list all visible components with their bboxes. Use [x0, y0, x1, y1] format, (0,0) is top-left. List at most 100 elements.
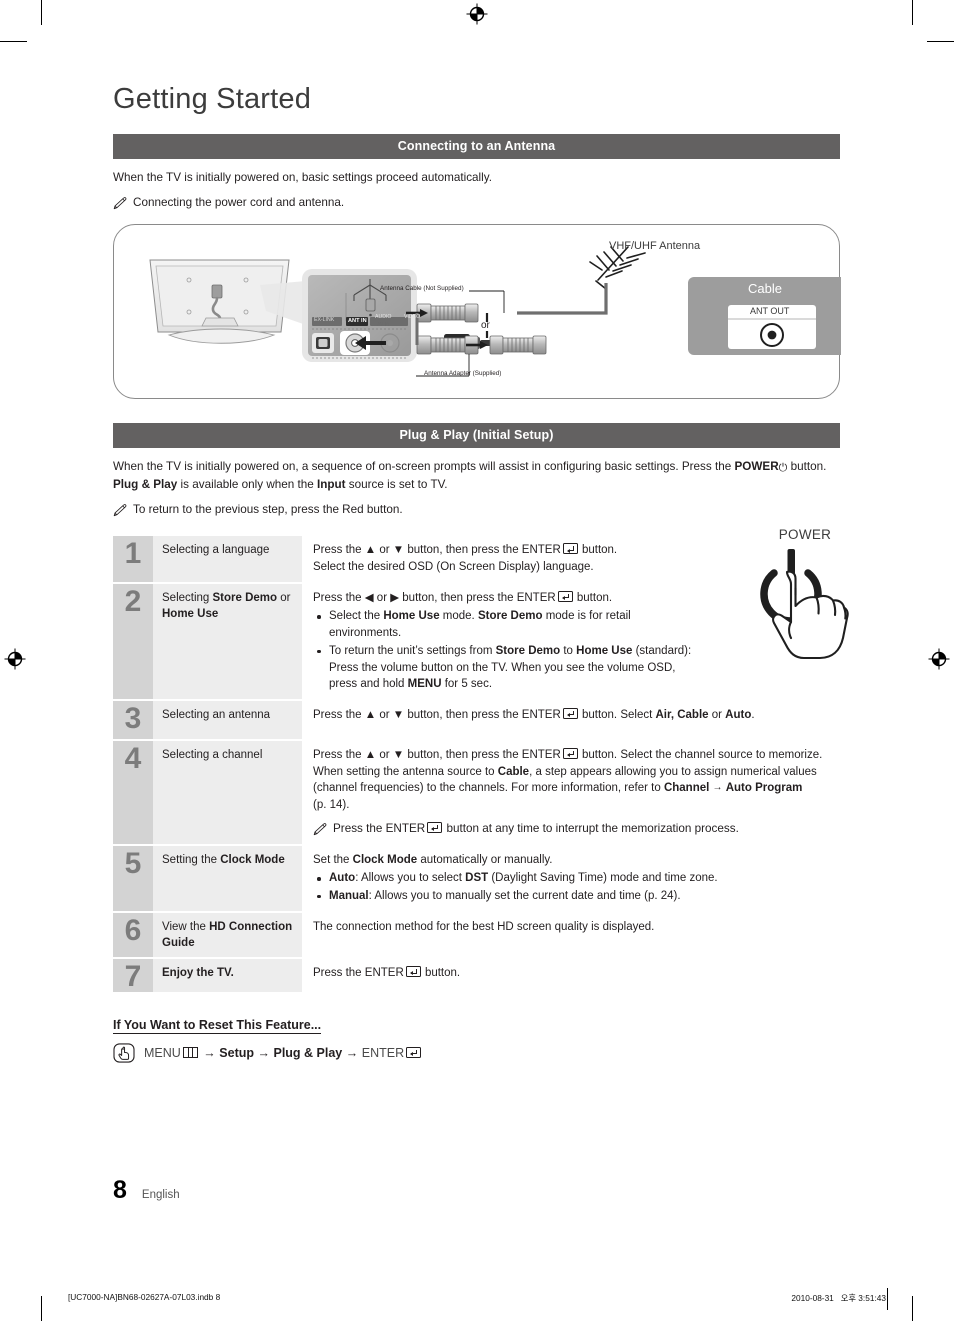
table-row: 4 Selecting a channel Press the ▲ or ▼ b… [113, 740, 840, 844]
step-label-bold: Enjoy the TV. [162, 967, 234, 980]
diagram-label-antenna-cable: Antenna Cable (Not Supplied) [380, 284, 464, 292]
pencil-note-icon [313, 822, 328, 836]
step-number: 5 [113, 845, 153, 911]
list-item: Auto: Allows you to select DST (Daylight… [313, 870, 840, 887]
antenna-note-text: Connecting the power cord and antenna. [133, 195, 345, 209]
plugplay-plugplay-word: Plug & Play [113, 478, 178, 492]
reset-feature-block: If You Want to Reset This Feature... MEN… [113, 1016, 840, 1063]
list-item: Manual: Allows you to manually set the c… [313, 888, 840, 905]
step-label-text: Setting the [162, 853, 221, 866]
plugplay-intro-part4: source is set to TV. [345, 478, 448, 492]
step-label: Selecting a language [153, 536, 302, 582]
diagram-label-video: VIDEO [404, 313, 421, 320]
enter-key-icon [557, 590, 573, 602]
step-number: 4 [113, 740, 153, 844]
step-label: Setting the Clock Mode [153, 845, 302, 911]
step-description: Press the ▲ or ▼ button, then press the … [302, 700, 840, 739]
step-label-text: or [277, 591, 291, 604]
page-number: 8 [113, 1176, 127, 1204]
path-arrow: → [257, 1045, 271, 1060]
step-bullet-list: Auto: Allows you to select DST (Daylight… [313, 870, 840, 904]
step-label-bold: Store Demo [212, 591, 278, 604]
step-number: 7 [113, 959, 153, 993]
step-desc-line: Set the Clock Mode automatically or manu… [313, 853, 553, 866]
table-row: 1 Selecting a language Press the ▲ or ▼ … [113, 536, 840, 582]
step-desc-line: Press the ▲ or ▼ button, then press the … [313, 747, 823, 811]
page-language: English [141, 1189, 180, 1201]
reset-menu-path: MENU → Setup → Plug & Play → ENTER [113, 1043, 840, 1063]
crop-mark-top-left-h [0, 41, 27, 42]
step-number: 1 [113, 536, 153, 582]
antenna-note: Connecting the power cord and antenna. [113, 195, 840, 212]
table-row: 2 Selecting Store Demo or Home Use Press… [113, 583, 840, 699]
plugplay-intro-part1: When the TV is initially powered on, a s… [113, 459, 735, 473]
power-illustration-label: POWER [778, 527, 832, 542]
plugplay-note: To return to the previous step, press th… [113, 502, 840, 519]
path-arrow: → [203, 1045, 216, 1060]
step-desc-line: Press the ▲ or ▼ button, then press the … [313, 543, 618, 557]
step-label-text: Selecting a language [162, 544, 270, 557]
antenna-connection-diagram: VHF/UHF Antenna Antenna Cable (Not Suppl… [113, 223, 841, 399]
menu-label: MENU [144, 1045, 181, 1060]
plugplay-note-text: To return to the previous step, press th… [133, 502, 403, 516]
enter-key-icon [406, 1046, 422, 1058]
menu-grid-icon [182, 1046, 198, 1058]
diagram-label-ex-link: EX-LINK [314, 316, 335, 323]
registration-mark-left [4, 648, 26, 670]
plugplay-intro-part2: button. [787, 459, 827, 473]
crop-mark-top-right-h [927, 41, 954, 42]
power-button-illustration: POWER [745, 527, 865, 662]
pencil-note-icon [113, 196, 128, 210]
table-row: 3 Selecting an antenna Press the ▲ or ▼ … [113, 700, 840, 739]
footer-time: 오후 3:51:43 [840, 1293, 886, 1303]
diagram-label-vhf-uhf-antenna: VHF/UHF Antenna [609, 239, 701, 252]
step-description: Press the ◀ or ▶ button, then press the … [302, 583, 702, 699]
table-row: 7 Enjoy the TV. Press the ENTER button. [113, 959, 840, 993]
enter-key-icon [562, 707, 578, 719]
step-label: View the HD Connection Guide [153, 912, 302, 958]
antenna-intro-text: When the TV is initially powered on, bas… [113, 171, 492, 185]
step-label-text: Selecting an antenna [162, 708, 271, 721]
step-note: Press the ENTER button at any time to in… [313, 821, 840, 838]
section-header-plug-and-play: Plug & Play (Initial Setup) [113, 422, 840, 448]
footer-rule [887, 1288, 888, 1310]
crop-mark-top-right-v [912, 0, 913, 25]
footer-date: 2010-08-31 [791, 1293, 834, 1303]
step-desc-line: Press the ENTER button. [313, 966, 461, 980]
step-desc-line: Press the ▲ or ▼ button, then press the … [313, 707, 755, 721]
enter-key-icon [562, 747, 578, 759]
enter-label: ENTER [361, 1045, 405, 1060]
diagram-label-ant-out: ANT OUT [750, 305, 790, 316]
table-row: 6 View the HD Connection Guide The conne… [113, 912, 840, 958]
plugplay-power-word: POWER [734, 459, 779, 473]
diagram-label-or: or [481, 319, 490, 331]
step-label-bold: Clock Mode [220, 853, 285, 866]
list-item: Select the Home Use mode. Store Demo mod… [313, 608, 702, 641]
plugplay-label: Plug & Play [273, 1045, 343, 1060]
step-bullet-list: Select the Home Use mode. Store Demo mod… [313, 608, 702, 692]
diagram-label-av-in: AV IN [377, 321, 390, 328]
list-item: To return the unit’s settings from Store… [313, 643, 702, 693]
step-desc-line: Press the ◀ or ▶ button, then press the … [313, 590, 613, 604]
diagram-label-antenna-adapter: Antenna Adapter (Supplied) [424, 369, 502, 377]
step-description: Set the Clock Mode automatically or manu… [302, 845, 840, 911]
step-number: 2 [113, 583, 153, 699]
step-label: Selecting Store Demo or Home Use [153, 583, 302, 699]
enter-key-icon [427, 821, 443, 833]
registration-mark-right [928, 648, 950, 670]
step-label-text: Selecting a channel [162, 748, 263, 761]
table-row: 5 Setting the Clock Mode Set the Clock M… [113, 845, 840, 911]
reset-feature-title: If You Want to Reset This Feature... [113, 1018, 322, 1035]
step-label: Selecting a channel [153, 740, 302, 844]
step-note-text: Press the ENTER button at any time to in… [333, 821, 739, 835]
crop-mark-top-left-v [41, 0, 42, 25]
step-description: The connection method for the best HD sc… [302, 912, 840, 958]
reset-path-text: MENU → Setup → Plug & Play → ENTER [144, 1046, 422, 1061]
power-button-with-hand-icon [760, 549, 849, 660]
step-desc-line: The connection method for the best HD sc… [313, 920, 655, 933]
step-label: Enjoy the TV. [153, 959, 302, 993]
diagram-label-audio: AUDIO [375, 313, 392, 320]
footer-timestamp: 2010-08-31 오후 3:51:43 [791, 1292, 886, 1304]
section-header-connecting-antenna: Connecting to an Antenna [113, 133, 840, 160]
footer-filename: [UC7000-NA]BN68-02627A-07L03.indb 8 [68, 1292, 221, 1302]
